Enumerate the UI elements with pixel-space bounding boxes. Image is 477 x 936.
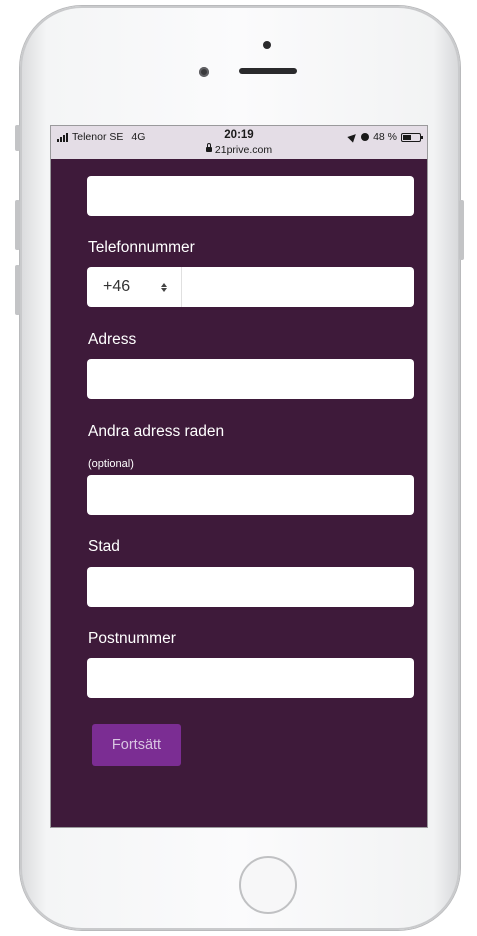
volume-down-button — [15, 265, 20, 315]
postcode-label: Postnummer — [88, 630, 176, 647]
address-input[interactable] — [87, 359, 414, 399]
checkout-form: Telefonnummer +46 Adress Andra adress ra… — [51, 159, 427, 827]
url-text: 21prive.com — [214, 144, 273, 156]
address2-label: Andra adress raden — [88, 423, 225, 440]
country-code-value: +46 — [103, 278, 131, 295]
volume-up-button — [15, 200, 20, 250]
home-button[interactable] — [239, 856, 297, 914]
postcode-input[interactable] — [87, 658, 414, 698]
lock-icon — [205, 143, 212, 152]
previous-field-input[interactable] — [87, 176, 414, 216]
front-camera — [199, 67, 209, 77]
address-label: Adress — [88, 331, 137, 348]
address-bar[interactable]: 21prive.com — [51, 143, 427, 156]
power-button — [459, 200, 464, 260]
city-input[interactable] — [87, 567, 414, 607]
country-code-select[interactable]: +46 — [87, 267, 182, 307]
battery-percent: 48 % — [373, 131, 397, 143]
battery-fill — [403, 134, 411, 140]
city-label: Stad — [88, 538, 120, 555]
earpiece-speaker — [239, 68, 297, 74]
alarm-icon — [361, 133, 370, 141]
select-arrows-icon — [161, 282, 167, 292]
location-icon — [347, 131, 359, 143]
phone-screen: Telenor SE 4G 20:19 21prive.com 48 % Tel… — [50, 125, 428, 828]
status-right: 48 % — [347, 131, 423, 143]
address2-input[interactable] — [87, 475, 414, 515]
front-sensor — [263, 41, 271, 49]
status-bar: Telenor SE 4G 20:19 21prive.com 48 % — [51, 126, 427, 159]
mute-switch — [15, 125, 20, 151]
address2-optional-note: (optional) — [88, 458, 134, 470]
phone-label: Telefonnummer — [88, 239, 195, 256]
phone-number-input[interactable] — [182, 267, 414, 307]
battery-icon — [401, 132, 423, 142]
phone-field: +46 — [87, 267, 414, 307]
continue-button[interactable]: Fortsätt — [92, 724, 181, 766]
